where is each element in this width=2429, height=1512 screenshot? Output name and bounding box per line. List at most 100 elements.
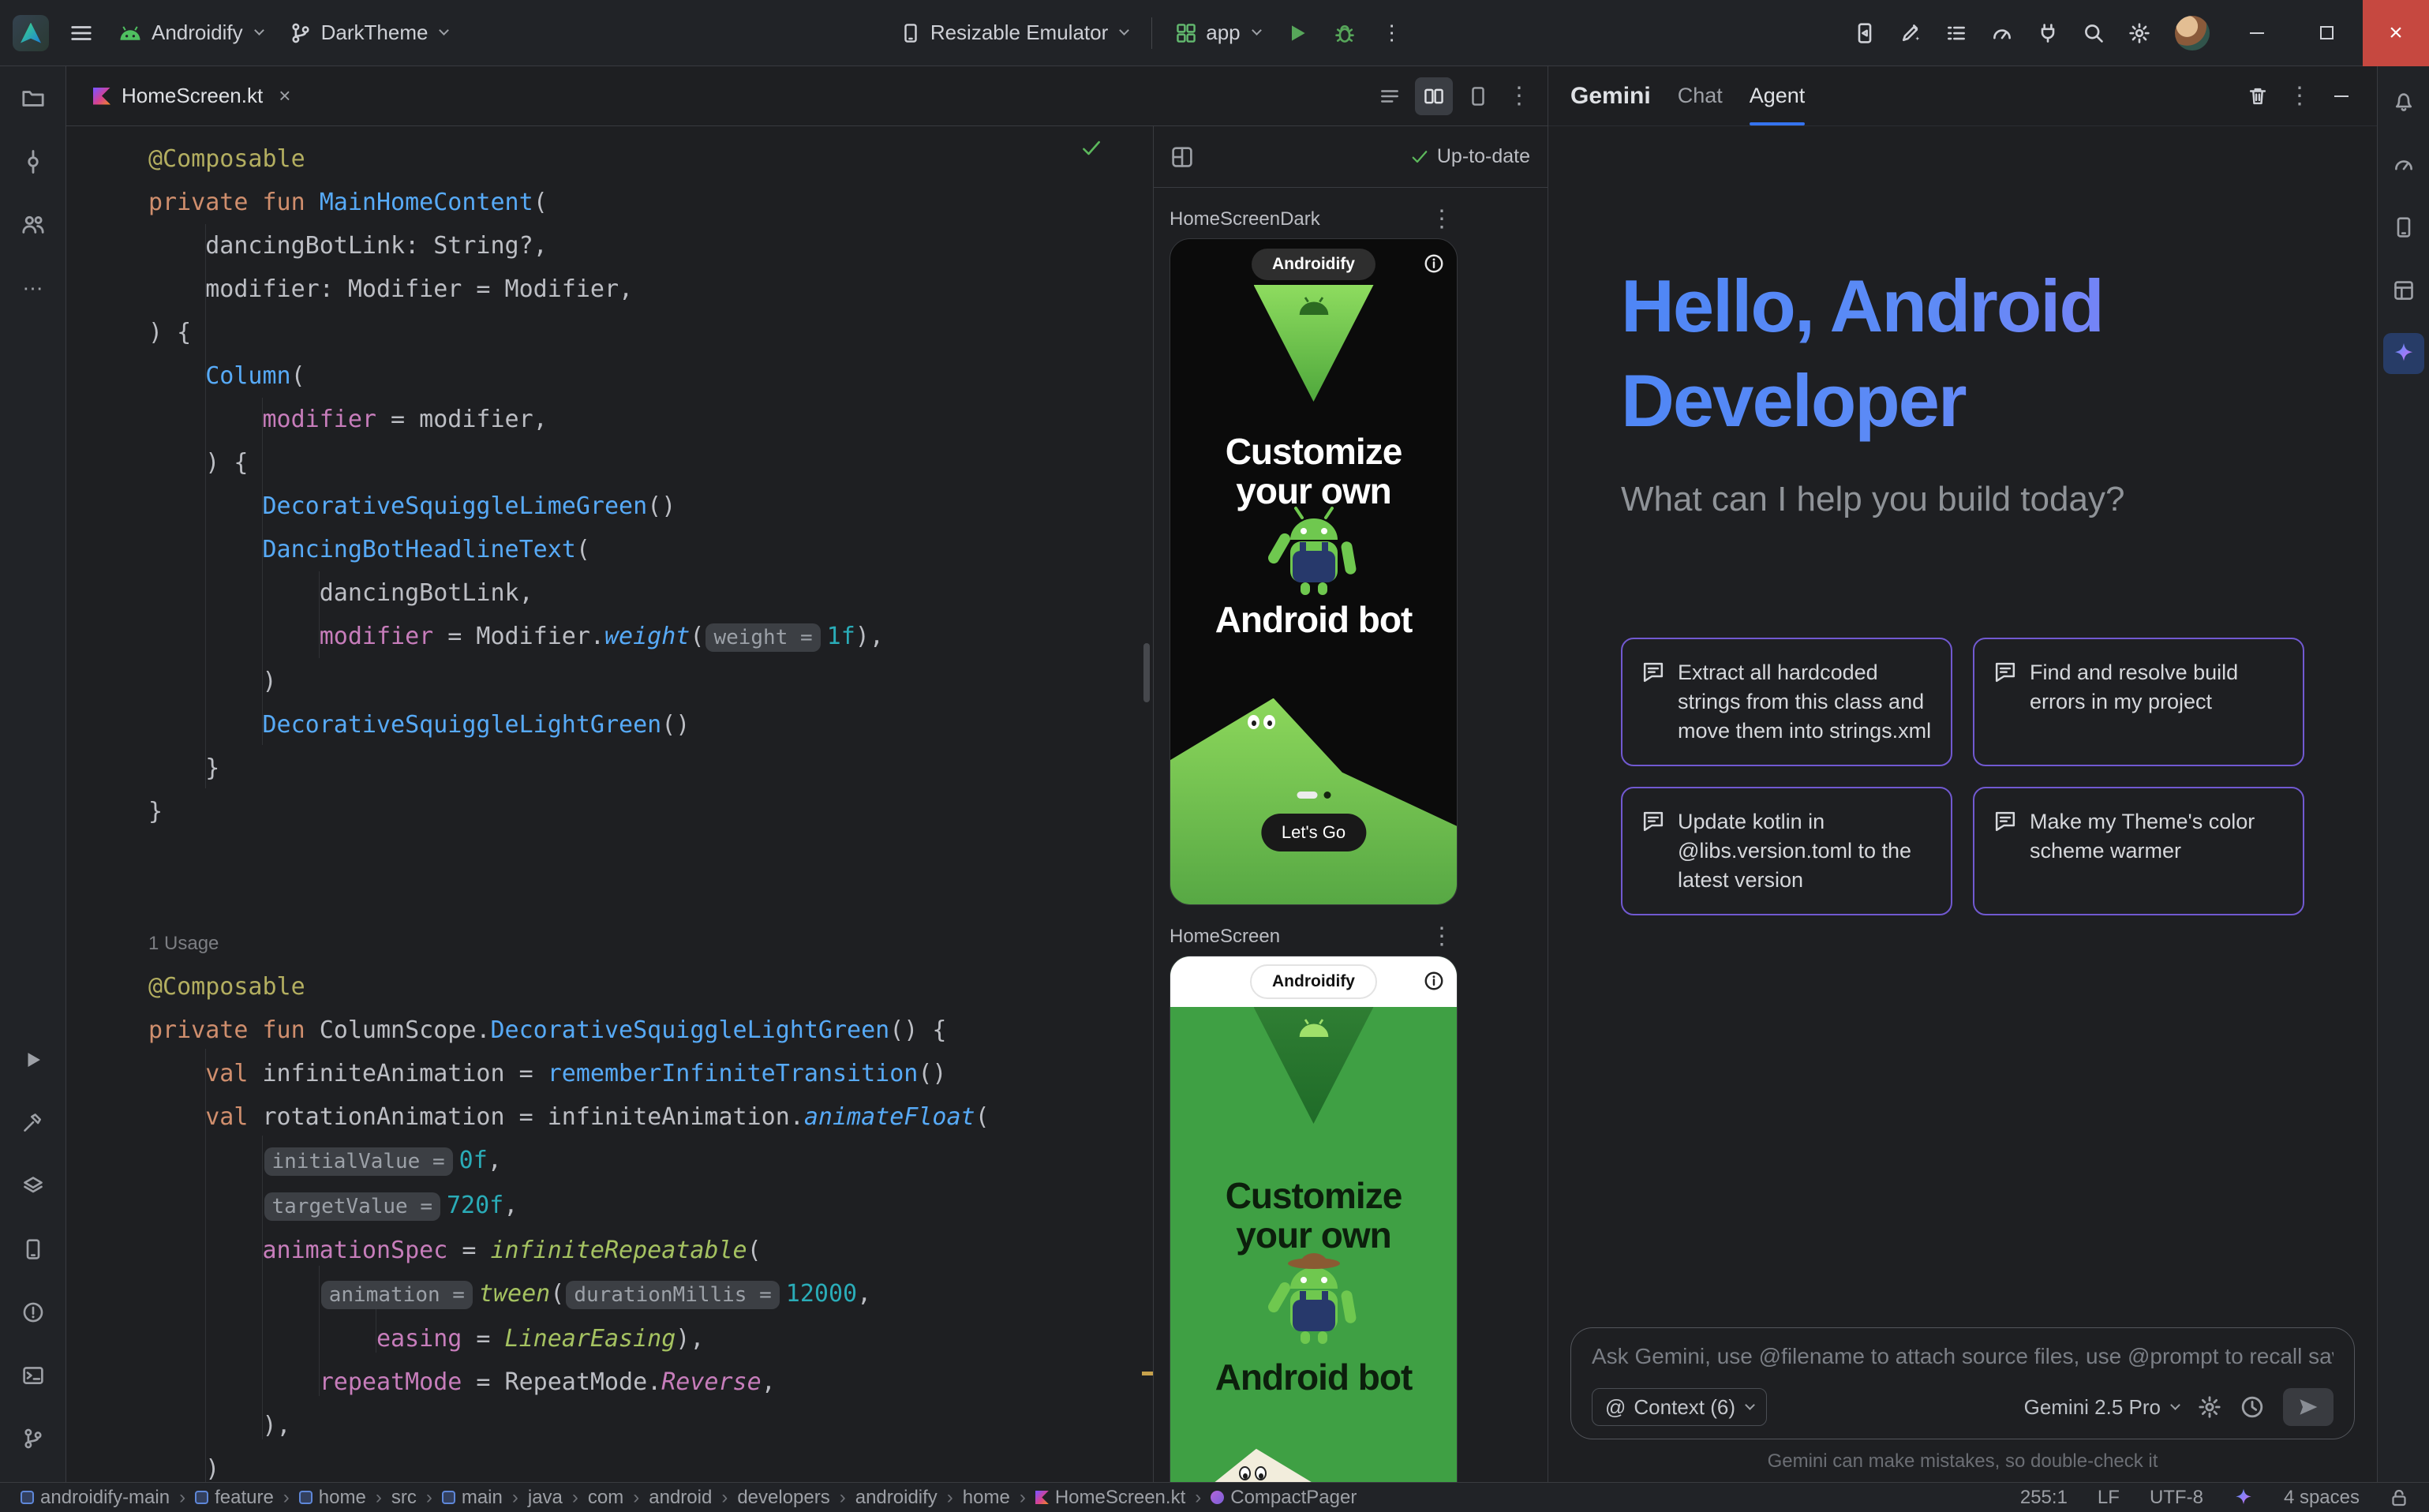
profiler-icon[interactable] <box>1981 12 2023 54</box>
cursor-position[interactable]: 255:1 <box>2020 1487 2068 1509</box>
preview-list: HomeScreenDark ⋮ Androidify <box>1154 188 1548 1482</box>
ai-actions-icon[interactable] <box>1889 12 1932 54</box>
device-streaming-icon[interactable] <box>1843 12 1886 54</box>
line-separator[interactable]: LF <box>2098 1487 2120 1509</box>
device-manager-tool-icon[interactable] <box>2383 207 2424 248</box>
layout-inspector-tool-icon[interactable] <box>2383 270 2424 311</box>
task-list-icon[interactable] <box>1935 12 1978 54</box>
suggestion-card[interactable]: Make my Theme's color scheme warmer <box>1973 787 2304 915</box>
tab-agent[interactable]: Agent <box>1750 66 1806 125</box>
history-clock-icon[interactable] <box>2240 1395 2264 1419</box>
settings-gear-icon[interactable] <box>2118 12 2161 54</box>
user-avatar[interactable] <box>2175 16 2210 51</box>
inspections-ok-icon[interactable] <box>1080 137 1102 165</box>
suggestion-card[interactable]: Update kotlin in @libs.version.toml to t… <box>1621 787 1952 915</box>
main-menu-icon[interactable] <box>60 12 103 54</box>
breadcrumb-item-android[interactable]: android <box>649 1487 712 1509</box>
breadcrumb-separator: › <box>1020 1487 1026 1509</box>
lock-icon[interactable] <box>2390 1488 2408 1507</box>
project-selector[interactable]: Androidify <box>107 11 274 55</box>
plugins-icon[interactable] <box>2027 12 2069 54</box>
breadcrumb-item-developers[interactable]: developers <box>737 1487 829 1509</box>
gemini-header: Gemini Chat Agent ⋮ <box>1548 66 2377 126</box>
commit-tool-icon[interactable] <box>10 139 56 185</box>
build-tool-icon[interactable] <box>10 1100 56 1146</box>
gemini-subtitle: What can I help you build today? <box>1621 480 2304 519</box>
context-chip[interactable]: @ Context (6) <box>1592 1388 1767 1426</box>
model-selector[interactable]: Gemini 2.5 Pro <box>2024 1395 2179 1420</box>
breadcrumb-separator: › <box>840 1487 846 1509</box>
tab-homescreen-kt[interactable]: HomeScreen.kt × <box>77 66 306 125</box>
compose-icon <box>1211 1491 1224 1504</box>
editor-options-icon[interactable]: ⋮ <box>1503 79 1535 114</box>
suggestion-card[interactable]: Find and resolve build errors in my proj… <box>1973 638 2304 766</box>
send-button[interactable] <box>2283 1388 2334 1426</box>
gemini-prompt-input[interactable] <box>1592 1344 2334 1369</box>
breadcrumb-item-com[interactable]: com <box>588 1487 623 1509</box>
prompt-icon <box>1993 810 2017 833</box>
tab-chat[interactable]: Chat <box>1678 66 1723 125</box>
minimize-window-button[interactable] <box>2224 0 2290 66</box>
preview-name: HomeScreenDark <box>1170 208 1320 230</box>
delete-conversation-icon[interactable] <box>2236 75 2279 118</box>
terminal-tool-icon[interactable] <box>10 1353 56 1398</box>
breadcrumb-item-src[interactable]: src <box>391 1487 417 1509</box>
problems-tool-icon[interactable] <box>10 1289 56 1335</box>
left-tool-strip: ⋯ <box>0 66 66 1482</box>
run-config-selector[interactable]: app <box>1165 11 1271 55</box>
search-icon[interactable] <box>2072 12 2115 54</box>
preview-toolbar: Up-to-date <box>1154 126 1548 188</box>
design-view-mode-button[interactable] <box>1459 77 1497 115</box>
maximize-window-button[interactable] <box>2293 0 2360 66</box>
notifications-bell-icon[interactable] <box>2383 80 2424 122</box>
ai-spark-icon[interactable] <box>2233 1488 2254 1508</box>
breadcrumb-item-home[interactable]: home <box>963 1487 1010 1509</box>
code-editor[interactable]: @Composableprivate fun MainHomeContent( … <box>66 126 1153 1482</box>
suggestion-card[interactable]: Extract all hardcoded strings from this … <box>1621 638 1952 766</box>
code-view-mode-button[interactable] <box>1371 77 1409 115</box>
pull-requests-tool-icon[interactable] <box>10 202 56 248</box>
more-tool-windows-icon[interactable]: ⋯ <box>10 265 56 311</box>
profiler-tool-icon[interactable] <box>2383 144 2424 185</box>
breadcrumb-item-java[interactable]: java <box>528 1487 563 1509</box>
breadcrumb-separator: › <box>283 1487 290 1509</box>
preview-layout-icon[interactable] <box>1171 146 1193 168</box>
breadcrumb-item-feature[interactable]: feature <box>195 1487 274 1509</box>
breadcrumb-item-main[interactable]: main <box>442 1487 503 1509</box>
services-tool-icon[interactable] <box>10 1163 56 1209</box>
status-bar: androidify-main›feature›home›src›main›ja… <box>0 1482 2429 1512</box>
preview-status: Up-to-date <box>1437 145 1530 168</box>
breadcrumb-item-compactpager[interactable]: CompactPager <box>1211 1487 1357 1509</box>
breadcrumb-item-home[interactable]: home <box>299 1487 366 1509</box>
version-control-tool-icon[interactable] <box>10 1416 56 1461</box>
gemini-settings-icon[interactable] <box>2198 1395 2221 1419</box>
breadcrumb-item-androidify-main[interactable]: androidify-main <box>21 1487 170 1509</box>
file-encoding[interactable]: UTF-8 <box>2150 1487 2203 1509</box>
editor-tab-bar: HomeScreen.kt × ⋮ <box>66 66 1548 126</box>
breadcrumb-separator: › <box>947 1487 953 1509</box>
device-selector[interactable]: Resizable Emulator <box>889 11 1139 55</box>
close-window-button[interactable]: × <box>2363 0 2429 66</box>
breadcrumb-item-androidify[interactable]: androidify <box>855 1487 938 1509</box>
lets-go-button: Let's Go <box>1261 814 1366 851</box>
preview-options-icon[interactable]: ⋮ <box>1426 202 1458 237</box>
run-button[interactable] <box>1276 12 1319 54</box>
gemini-options-icon[interactable]: ⋮ <box>2284 79 2315 114</box>
cowboy-hat <box>1288 1253 1340 1269</box>
run-tool-icon[interactable] <box>10 1037 56 1083</box>
split-view-mode-button[interactable] <box>1415 77 1453 115</box>
project-tool-icon[interactable] <box>10 76 56 122</box>
editor-scrollbar[interactable] <box>1143 643 1150 702</box>
code-area[interactable]: @Composableprivate fun MainHomeContent( … <box>66 126 1153 1482</box>
module-icon <box>299 1491 313 1504</box>
more-run-actions-icon[interactable]: ⋮ <box>1371 12 1413 54</box>
close-tab-icon[interactable]: × <box>279 84 290 108</box>
branch-selector[interactable]: DarkTheme <box>279 11 459 55</box>
gemini-tool-icon[interactable] <box>2383 333 2424 374</box>
hide-panel-icon[interactable] <box>2320 75 2363 118</box>
breadcrumb-item-homescreen.kt[interactable]: HomeScreen.kt <box>1035 1487 1185 1509</box>
preview-options-icon[interactable]: ⋮ <box>1426 919 1458 954</box>
indent-config[interactable]: 4 spaces <box>2284 1487 2360 1509</box>
debug-button[interactable] <box>1323 12 1366 54</box>
running-devices-tool-icon[interactable] <box>10 1226 56 1272</box>
